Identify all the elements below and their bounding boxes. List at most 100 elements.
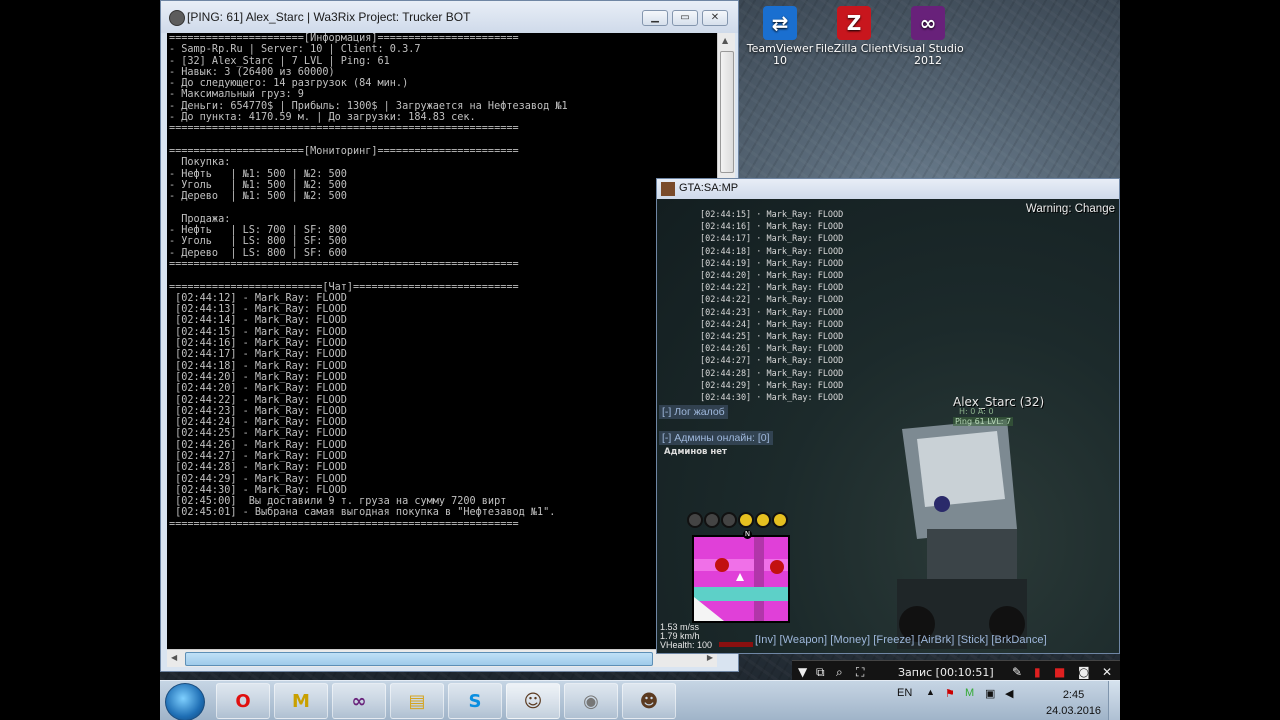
console-line: [02:44:15] - Mark_Ray: FLOOD — [169, 326, 347, 338]
console-line: [02:44:13] - Mark_Ray: FLOOD — [169, 304, 347, 316]
console-text: ======================[Информация]======… — [167, 33, 717, 530]
console-line: [02:45:01] - Выбрана самая выгодная поку… — [169, 507, 556, 519]
game-chat-line: [02:44:18] · Mark_Ray: FLOOD — [700, 246, 844, 257]
scroll-thumb[interactable] — [720, 51, 734, 173]
gta-player-icon-2[interactable]: ☻ — [622, 683, 676, 719]
complaints-log-panel[interactable]: [-] Лог жалоб — [659, 405, 728, 419]
recording-timer: Запис [00:10:51] — [898, 666, 994, 679]
camera-icon[interactable]: ◙ — [1078, 665, 1090, 679]
language-indicator[interactable]: EN — [897, 687, 912, 699]
app-tray-icon[interactable]: M — [965, 687, 974, 699]
desktop-icon-filezilla[interactable]: Z FileZilla Client — [814, 4, 894, 55]
console-line: [02:44:20] - Mark_Ray: FLOOD — [169, 371, 347, 383]
chevron-down-icon[interactable]: ▼ — [798, 665, 807, 679]
skype-icon[interactable]: S — [448, 683, 502, 719]
radar-marker-icon — [715, 558, 729, 572]
console-app-icon — [169, 10, 185, 26]
console-line: - До следующего: 14 разгрузок (84 мин.) — [169, 78, 409, 90]
filled-slot-icon — [772, 512, 788, 528]
desktop-icon-teamviewer[interactable]: ⇄ TeamViewer 10 — [740, 4, 820, 67]
console-line: [02:44:29] - Mark_Ray: FLOOD — [169, 473, 347, 485]
opera-icon[interactable]: O — [216, 683, 270, 719]
console-line: - Дерево | LS: 800 | SF: 600 — [169, 247, 347, 259]
console-line: - Навык: 3 (26400 из 60000) — [169, 66, 335, 78]
no-admins-text: Админов нет — [664, 447, 727, 457]
taskbar: O M ∞ ▤ S ☺ ◉ ☻ EN ▲ ⚑ M ▣ ◀ 2:45 24.03.… — [160, 680, 1120, 720]
gta-titlebar[interactable]: GTA:SA:MP — [657, 179, 1119, 199]
gta-app-icon — [661, 182, 675, 196]
scroll-thumb-horizontal[interactable] — [185, 652, 653, 666]
tray-expand-icon[interactable]: ▲ — [926, 687, 935, 697]
game-chat-line: [02:44:26] · Mark_Ray: FLOOD — [700, 344, 844, 355]
game-chat-line: [02:44:23] · Mark_Ray: FLOOD — [700, 307, 844, 318]
fullscreen-icon[interactable]: ⛶ — [856, 665, 864, 680]
admins-online-panel[interactable]: [-] Админы онлайн: [0] — [659, 431, 773, 445]
gta-player-icon[interactable]: ☺ — [506, 683, 560, 719]
game-chat-line: [02:44:24] · Mark_Ray: FLOOD — [700, 319, 844, 330]
horizontal-scrollbar[interactable]: ◀ ▶ — [167, 649, 717, 667]
game-chat-line: [02:44:20] · Mark_Ray: FLOOD — [700, 271, 844, 282]
console-line: - Дерево | №1: 500 | №2: 500 — [169, 191, 347, 203]
console-window[interactable]: [PING: 61] Alex_Starc | Wa3Rix Project: … — [160, 0, 739, 672]
game-viewport[interactable]: Warning: Change [02:44:15] · Mark_Ray: F… — [657, 199, 1119, 653]
game-chat-line: [02:44:17] · Mark_Ray: FLOOD — [700, 234, 844, 245]
desktop-icon-visual-studio[interactable]: ∞ Visual Studio 2012 — [888, 4, 968, 67]
console-line: - Уголь | №1: 500 | №2: 500 — [169, 179, 347, 191]
minimize-button[interactable]: ▁ — [642, 10, 668, 26]
desktop: ⇄ TeamViewer 10 Z FileZilla Client ∞ Vis… — [160, 0, 1120, 720]
game-chat-line: [02:44:28] · Mark_Ray: FLOOD — [700, 368, 844, 379]
console-line: [02:44:18] - Mark_Ray: FLOOD — [169, 360, 347, 372]
network-icon[interactable]: ▣ — [985, 687, 995, 700]
game-chat-line: [02:44:15] · Mark_Ray: FLOOD — [700, 210, 844, 220]
explorer-icon[interactable]: ▤ — [390, 683, 444, 719]
window-icon[interactable]: ⧉ — [816, 665, 825, 680]
gta-title: GTA:SA:MP — [679, 182, 739, 194]
search-icon[interactable]: ⌕ — [836, 665, 843, 680]
hotkeys-bar: [Inv] [Weapon] [Money] [Freeze] [AirBrk]… — [755, 634, 1047, 646]
game-chat-line: [02:44:19] · Mark_Ray: FLOOD — [700, 258, 844, 269]
console-line: [02:44:20] - Mark_Ray: FLOOD — [169, 383, 347, 395]
console-line: ========================================… — [169, 518, 519, 530]
console-line: [02:44:24] - Mark_Ray: FLOOD — [169, 417, 347, 429]
visual-studio-icon[interactable]: ∞ — [332, 683, 386, 719]
console-line: =========================[Чат]==========… — [169, 281, 519, 293]
close-button[interactable]: ✕ — [702, 10, 728, 26]
filezilla-icon: Z — [837, 6, 871, 40]
minimap-radar — [692, 535, 790, 623]
game-chat-line: [02:44:22] · Mark_Ray: FLOOD — [700, 283, 844, 294]
console-line: [02:45:00] Вы доставили 9 т. груза на су… — [169, 496, 507, 508]
stop-icon[interactable]: ■ — [1054, 665, 1065, 679]
scroll-right-icon[interactable]: ▶ — [707, 653, 713, 662]
player-hp-armor: H: 0 A: 0 — [959, 407, 994, 416]
console-line: [02:44:23] - Mark_Ray: FLOOD — [169, 405, 347, 417]
scroll-left-icon[interactable]: ◀ — [171, 653, 177, 662]
radar-marker-icon — [770, 560, 784, 574]
flag-icon[interactable]: ⚑ — [945, 687, 955, 700]
console-line: [02:44:12] - Mark_Ray: FLOOD — [169, 292, 347, 304]
game-chat-line: [02:44:29] · Mark_Ray: FLOOD — [700, 380, 844, 391]
console-titlebar[interactable]: [PING: 61] Alex_Starc | Wa3Rix Project: … — [161, 1, 738, 33]
gta-window[interactable]: GTA:SA:MP Warning: Change [02:44:15] · M… — [656, 178, 1120, 654]
console-line: - Нефть | LS: 700 | SF: 800 — [169, 225, 347, 237]
console-line: - Нефть | №1: 500 | №2: 500 — [169, 168, 347, 180]
show-desktop-button[interactable] — [1108, 681, 1120, 720]
gta-disc-icon[interactable]: ◉ — [564, 683, 618, 719]
scroll-up-icon[interactable]: ▲ — [722, 36, 728, 45]
pause-icon[interactable]: ▮ — [1034, 665, 1041, 679]
mta-icon[interactable]: M — [274, 683, 328, 719]
volume-icon[interactable]: ◀ — [1005, 687, 1013, 700]
start-button[interactable] — [165, 683, 205, 720]
clock[interactable]: 2:45 24.03.2016 — [1046, 687, 1101, 719]
console-line: [02:44:25] - Mark_Ray: FLOOD — [169, 428, 347, 440]
wanted-level-indicator — [687, 512, 788, 528]
console-line: ======================[Информация]======… — [169, 33, 519, 44]
warning-text: Warning: Change — [1025, 203, 1115, 215]
maximize-button[interactable]: ▭ — [672, 10, 698, 26]
vehicle-health-bar — [719, 642, 753, 647]
close-icon[interactable]: ✕ — [1102, 665, 1112, 679]
pen-icon[interactable]: ✎ — [1012, 665, 1022, 679]
console-line: [02:44:26] - Mark_Ray: FLOOD — [169, 439, 347, 451]
filled-slot-icon — [738, 512, 754, 528]
